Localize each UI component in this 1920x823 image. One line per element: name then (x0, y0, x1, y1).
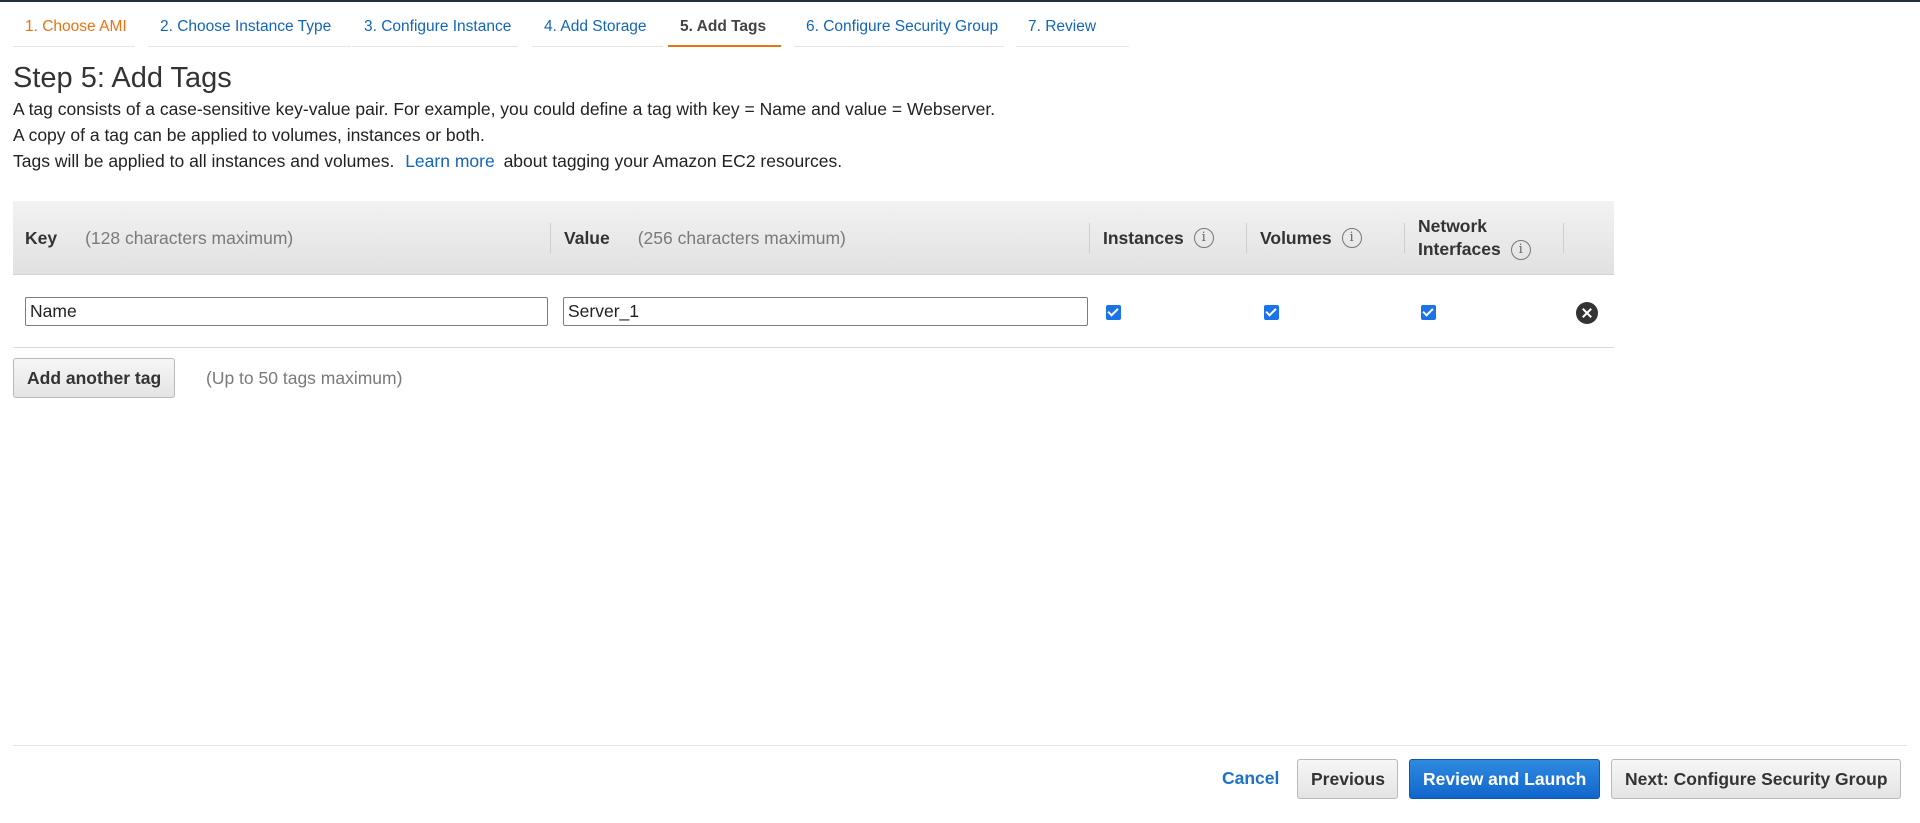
tag-key-input[interactable] (25, 297, 548, 326)
column-divider (550, 223, 551, 253)
header-key-label: Key (25, 227, 58, 248)
description-line-3-prefix: Tags will be applied to all instances an… (13, 151, 395, 171)
header-network-interfaces-text-2: Interfaces (1418, 239, 1501, 259)
tab-add-tags[interactable]: 5. Add Tags (668, 12, 781, 47)
tab-configure-instance[interactable]: 3. Configure Instance (352, 12, 518, 47)
tab-review[interactable]: 7. Review (1016, 12, 1129, 47)
next-configure-security-group-button[interactable]: Next: Configure Security Group (1611, 759, 1901, 799)
header-value-hint: (256 characters maximum) (637, 227, 846, 248)
network-interfaces-checkbox[interactable] (1421, 305, 1436, 320)
tags-table: Key (128 characters maximum) Value (256 … (13, 201, 1614, 348)
table-row (13, 275, 1614, 348)
footer-divider (13, 745, 1907, 746)
instances-info-icon[interactable]: i (1193, 228, 1214, 248)
add-another-tag-button[interactable]: Add another tag (13, 358, 175, 398)
column-divider (1404, 223, 1405, 253)
volumes-checkbox[interactable] (1264, 305, 1279, 320)
header-network-interfaces-line-2: Interfaces i (1418, 238, 1531, 261)
header-key: Key (128 characters maximum) (25, 201, 293, 275)
description-line-3: Tags will be applied to all instances an… (13, 151, 842, 172)
header-network-interfaces: Network Interfaces i (1418, 201, 1531, 275)
previous-button[interactable]: Previous (1297, 759, 1398, 799)
column-divider (1246, 223, 1247, 253)
table-header: Key (128 characters maximum) Value (256 … (13, 201, 1614, 275)
tab-choose-instance-type[interactable]: 2. Choose Instance Type (148, 12, 351, 47)
header-network-interfaces-line-1: Network (1418, 216, 1488, 236)
header-value-label: Value (564, 227, 610, 248)
tab-choose-ami[interactable]: 1. Choose AMI (13, 12, 135, 47)
description-line-1: A tag consists of a case-sensitive key-v… (13, 99, 996, 119)
page-title: Step 5: Add Tags (13, 62, 232, 94)
header-instances: Instances i (1103, 201, 1214, 275)
tab-add-storage[interactable]: 4. Add Storage (532, 12, 663, 47)
instances-checkbox[interactable] (1106, 305, 1121, 320)
tab-configure-security-group[interactable]: 6. Configure Security Group (794, 12, 1004, 47)
column-divider (1089, 223, 1090, 253)
column-divider (1563, 223, 1564, 253)
learn-more-link[interactable]: Learn more (405, 151, 495, 171)
header-instances-label: Instances (1103, 227, 1184, 248)
header-network-interfaces-label: Network Interfaces i (1418, 215, 1531, 261)
header-volumes: Volumes i (1260, 201, 1362, 275)
description-line-2: A copy of a tag can be applied to volume… (13, 125, 485, 145)
description-line-3-suffix: about tagging your Amazon EC2 resources. (503, 151, 843, 171)
top-border (0, 0, 1920, 2)
header-volumes-label: Volumes (1260, 227, 1332, 248)
review-and-launch-button[interactable]: Review and Launch (1409, 759, 1600, 799)
tag-value-input[interactable] (563, 297, 1088, 326)
header-key-hint: (128 characters maximum) (85, 227, 294, 248)
header-value: Value (256 characters maximum) (564, 201, 846, 275)
volumes-info-icon[interactable]: i (1341, 228, 1362, 248)
tag-limit-note: (Up to 50 tags maximum) (206, 368, 403, 388)
cancel-link[interactable]: Cancel (1222, 768, 1279, 789)
network-interfaces-info-icon[interactable]: i (1510, 240, 1531, 261)
remove-tag-icon[interactable] (1576, 302, 1598, 324)
